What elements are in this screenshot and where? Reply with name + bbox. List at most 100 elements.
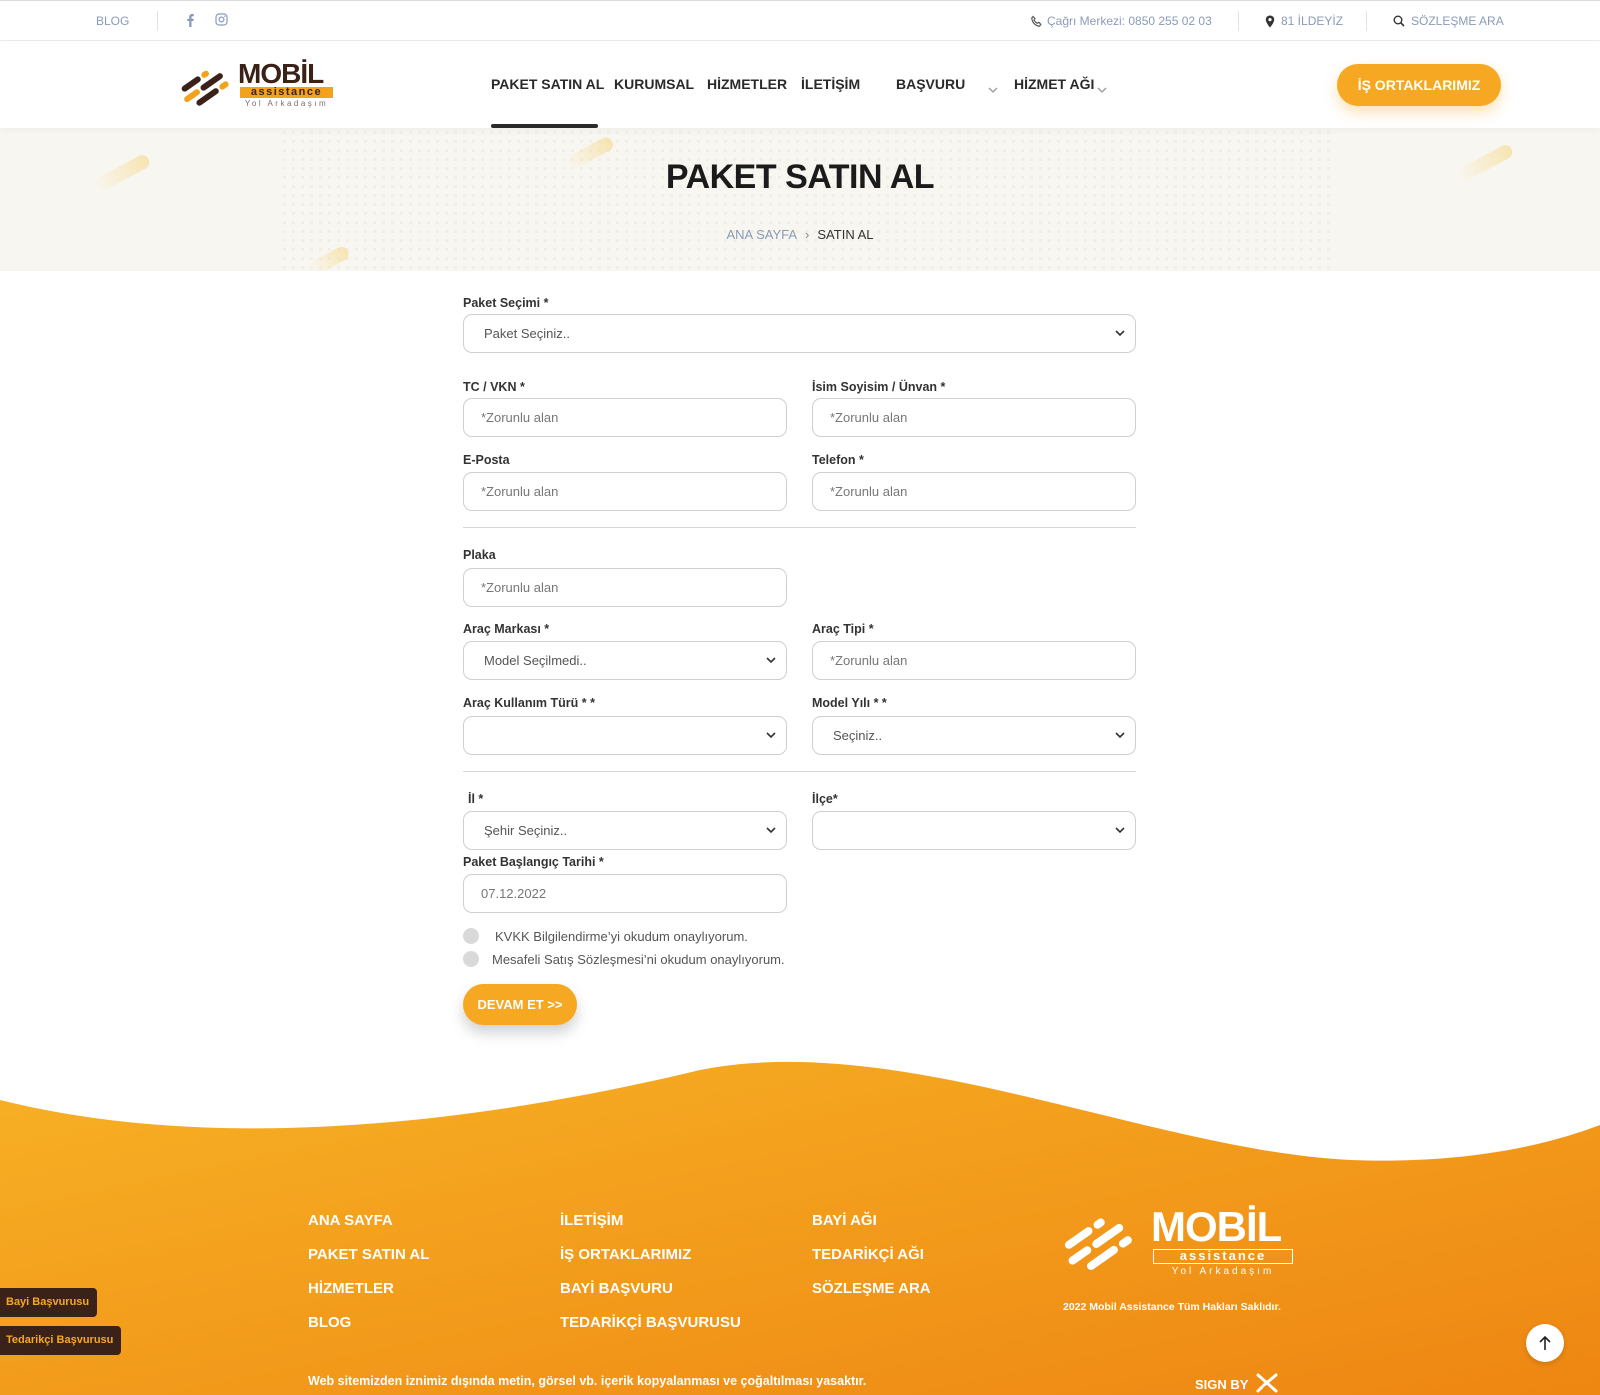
contract-search-link[interactable]: SÖZLEŞME ARA [1393, 14, 1504, 28]
facebook-icon[interactable] [184, 13, 196, 27]
chevron-down-icon [1115, 330, 1125, 337]
sign-by[interactable]: SIGN BY [1195, 1373, 1278, 1395]
legal-notice: Web sitemizden iznimiz dışında metin, gö… [308, 1374, 867, 1388]
footer-link-supplier-network[interactable]: TEDARİKÇİ AĞI [812, 1246, 924, 1263]
footer-link-supplier-apply[interactable]: TEDARİKÇİ BAŞVURUSU [560, 1314, 741, 1331]
chevron-down-icon [1115, 827, 1125, 834]
city-select[interactable]: Şehir Seçiniz.. [463, 811, 787, 850]
nav-contact[interactable]: İLETİŞİM [801, 76, 860, 92]
call-center[interactable]: Çağrı Merkezi: 0850 255 02 03 [1030, 14, 1212, 28]
footer-link-blog[interactable]: BLOG [308, 1314, 351, 1331]
footer-link-contract-search[interactable]: SÖZLEŞME ARA [812, 1280, 931, 1297]
city-label: İl * [468, 792, 484, 806]
footer-link-services[interactable]: HİZMETLER [308, 1280, 394, 1297]
logo-subtitle: assistance [240, 87, 333, 98]
plate-input[interactable]: *Zorunlu alan [463, 568, 787, 607]
package-select[interactable]: Paket Seçiniz.. [463, 314, 1136, 353]
logo-stripes-icon [181, 70, 229, 106]
brand-select-value: Model Seçilmedi.. [484, 653, 587, 668]
kvkk-checkbox[interactable] [463, 928, 479, 944]
breadcrumb: ANA SAYFA › SATIN AL [0, 227, 1600, 242]
start-date-input[interactable]: 07.12.2022 [463, 874, 787, 913]
email-placeholder: *Zorunlu alan [481, 484, 559, 499]
nav-corporate[interactable]: KURUMSAL [614, 76, 694, 92]
chevron-down-icon [766, 732, 776, 739]
footer-background [0, 1061, 1600, 1395]
footer-logo-wordmark: MOBİL [1151, 1203, 1282, 1250]
topbar-separator [157, 11, 158, 31]
supplier-apply-button[interactable]: Tedarikçi Başvurusu [0, 1326, 122, 1355]
main-header: MOBİL assistance Yol Arkadaşım PAKET SAT… [0, 41, 1600, 128]
form-divider [463, 771, 1136, 772]
phone-placeholder: *Zorunlu alan [830, 484, 908, 499]
footer-link-contact[interactable]: İLETİŞİM [560, 1212, 623, 1229]
logo-wordmark: MOBİL [238, 58, 324, 89]
nav-apply[interactable]: BAŞVURU [896, 76, 965, 92]
tc-label: TC / VKN * [463, 380, 525, 394]
topbar-blog-link[interactable]: BLOG [96, 14, 129, 28]
phone-label: Telefon * [812, 453, 864, 467]
phone-icon [1030, 15, 1043, 28]
type-placeholder: *Zorunlu alan [830, 653, 908, 668]
kvkk-consent[interactable]: KVKK Bilgilendirme’yi okudum onaylıyorum… [463, 928, 748, 944]
usage-label: Araç Kullanım Türü * * [463, 696, 595, 710]
start-date-value: 07.12.2022 [481, 886, 547, 901]
nav-service-network[interactable]: HİZMET AĞI [1014, 76, 1094, 92]
chevron-down-icon[interactable] [1097, 81, 1107, 93]
phone-input[interactable]: *Zorunlu alan [812, 472, 1136, 511]
scroll-to-top-button[interactable] [1526, 1324, 1564, 1362]
footer-link-buy[interactable]: PAKET SATIN AL [308, 1246, 429, 1263]
world-map-background [280, 128, 1330, 271]
footer-link-home[interactable]: ANA SAYFA [308, 1212, 393, 1229]
name-placeholder: *Zorunlu alan [830, 410, 908, 425]
year-select[interactable]: Seçiniz.. [812, 716, 1136, 755]
usage-select[interactable] [463, 716, 787, 755]
nav-active-indicator [491, 124, 598, 128]
chevron-down-icon[interactable] [988, 81, 998, 93]
brand-select[interactable]: Model Seçilmedi.. [463, 641, 787, 680]
dealer-apply-button[interactable]: Bayi Başvurusu [0, 1288, 98, 1317]
email-input[interactable]: *Zorunlu alan [463, 472, 787, 511]
chevron-down-icon [766, 827, 776, 834]
tc-input[interactable]: *Zorunlu alan [463, 398, 787, 437]
nav-buy-package[interactable]: PAKET SATIN AL [491, 76, 604, 92]
contract-search-text: SÖZLEŞME ARA [1411, 14, 1504, 28]
package-label: Paket Seçimi * [463, 296, 549, 310]
page-hero: PAKET SATIN AL ANA SAYFA › SATIN AL [0, 128, 1600, 271]
district-select[interactable] [812, 811, 1136, 850]
nav-services[interactable]: HİZMETLER [707, 76, 787, 92]
start-date-label: Paket Başlangıç Tarihi * [463, 855, 604, 869]
site-logo[interactable]: MOBİL assistance Yol Arkadaşım [180, 59, 335, 109]
footer-link-dealer-apply[interactable]: BAYİ BAŞVURU [560, 1280, 673, 1297]
distance-sales-consent[interactable]: Mesafeli Satış Sözleşmesi’ni okudum onay… [463, 951, 785, 967]
breadcrumb-current: SATIN AL [817, 227, 874, 242]
continue-button[interactable]: DEVAM ET >> [463, 984, 577, 1025]
instagram-icon[interactable] [215, 13, 228, 26]
footer-logo-stripes-icon [1064, 1218, 1132, 1270]
email-label: E-Posta [463, 453, 510, 467]
chevron-down-icon [766, 657, 776, 664]
form-divider [463, 527, 1136, 528]
brand-label: Araç Markası * [463, 622, 550, 636]
footer-link-dealer-network[interactable]: BAYİ AĞI [812, 1212, 877, 1229]
call-center-text: Çağrı Merkezi: 0850 255 02 03 [1047, 14, 1212, 28]
location-text: 81 İLDEYİZ [1281, 14, 1344, 28]
location-link[interactable]: 81 İLDEYİZ [1265, 14, 1343, 28]
breadcrumb-home[interactable]: ANA SAYFA [726, 227, 797, 242]
name-input[interactable]: *Zorunlu alan [812, 398, 1136, 437]
package-select-value: Paket Seçiniz.. [484, 326, 570, 341]
type-input[interactable]: *Zorunlu alan [812, 641, 1136, 680]
footer-logo-tagline: Yol Arkadaşım [1171, 1266, 1275, 1277]
plate-label: Plaka [463, 548, 496, 562]
partners-button[interactable]: İŞ ORTAKLARIMIZ [1337, 64, 1501, 106]
type-label: Araç Tipi * [812, 622, 874, 636]
footer-logo[interactable]: MOBİL assistance Yol Arkadaşım [1063, 1203, 1293, 1277]
logo-tagline: Yol Arkadaşım [244, 99, 329, 108]
copyright-text: 2022 Mobil Assistance Tüm Hakları Saklıd… [1063, 1301, 1281, 1313]
topbar-separator [1366, 11, 1367, 31]
footer-link-partners[interactable]: İŞ ORTAKLARIMIZ [560, 1246, 691, 1263]
kvkk-text: KVKK Bilgilendirme’yi okudum onaylıyorum… [495, 928, 748, 944]
sign-by-text: SIGN BY [1195, 1377, 1249, 1392]
distance-sales-checkbox[interactable] [463, 951, 479, 967]
footer-logo-subtitle: assistance [1153, 1249, 1293, 1264]
